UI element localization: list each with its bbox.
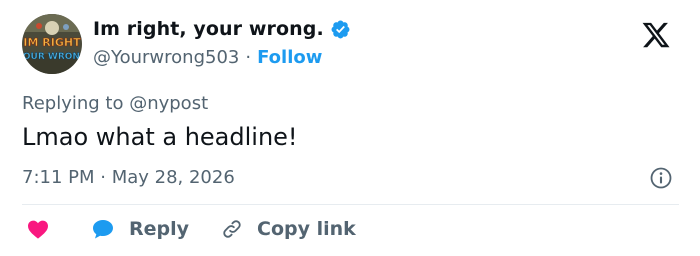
timestamp[interactable]: 7:11 PM · May 28, 2026 bbox=[22, 167, 235, 188]
avatar[interactable]: IM RIGHT YOUR WRONG bbox=[22, 14, 82, 74]
action-bar: Reply Copy link bbox=[22, 217, 356, 241]
tweet-text: Lmao what a headline! bbox=[22, 123, 298, 151]
handle[interactable]: @Yourwrong503 bbox=[93, 47, 239, 68]
handle-row: @Yourwrong503 · Follow bbox=[93, 47, 322, 68]
author-name-row: Im right, your wrong. bbox=[93, 18, 351, 40]
copy-link-label: Copy link bbox=[257, 218, 356, 240]
avatar-text-bottom: YOUR WRONG bbox=[22, 52, 82, 62]
reply-button[interactable]: Reply bbox=[91, 218, 189, 240]
avatar-text-top: IM RIGHT bbox=[23, 36, 81, 49]
x-logo-icon[interactable] bbox=[640, 20, 672, 50]
verified-badge-icon bbox=[330, 19, 351, 40]
like-button[interactable] bbox=[22, 217, 52, 241]
separator: · bbox=[245, 47, 252, 68]
heart-icon bbox=[28, 220, 48, 239]
info-icon[interactable] bbox=[649, 166, 673, 190]
copy-link-button[interactable]: Copy link bbox=[221, 218, 356, 240]
link-icon bbox=[223, 220, 241, 238]
reply-bubble-icon bbox=[93, 220, 113, 239]
reply-label: Reply bbox=[129, 218, 190, 240]
replying-to[interactable]: Replying to @nypost bbox=[22, 93, 208, 114]
divider bbox=[22, 204, 679, 205]
follow-button[interactable]: Follow bbox=[257, 47, 322, 68]
display-name[interactable]: Im right, your wrong. bbox=[93, 18, 324, 40]
